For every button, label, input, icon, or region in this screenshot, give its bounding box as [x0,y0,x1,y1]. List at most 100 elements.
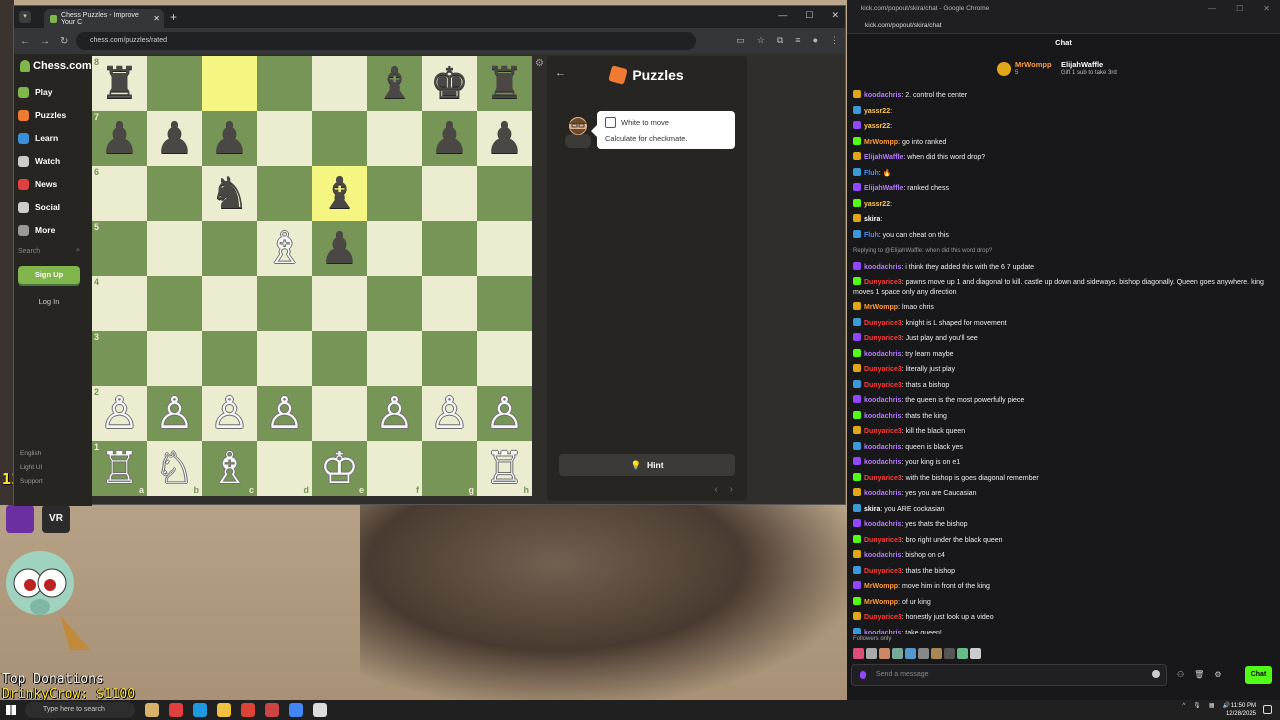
white-piece-f2[interactable]: ♙ [375,391,414,436]
chat-message[interactable]: Dunyarice3: thats a bishop [853,378,1273,394]
close-tab-icon[interactable]: ✕ [153,14,160,23]
close-window-icon[interactable]: ✕ [831,10,839,21]
chat-username[interactable]: ElijahWaffle [864,185,903,192]
square-e1[interactable]: e ♔ [312,441,367,496]
white-piece-b1[interactable]: ♘ [155,446,194,491]
chat-message[interactable]: skira: you ARE cockasian [853,502,1273,518]
square-c1[interactable]: c ♗ [202,441,257,496]
chat-message[interactable]: Fluh: you can cheat on this [853,228,1273,244]
windows-start-icon[interactable] [6,705,16,715]
sidebar-item-news[interactable]: News [18,174,88,194]
tab-search-icon[interactable]: ▾ [19,11,31,23]
chat-username[interactable]: Dunyarice3 [864,382,902,389]
square-d8[interactable] [257,56,312,111]
square-a2[interactable]: 2 ♙ [92,386,147,441]
emote-icon[interactable] [931,648,942,659]
board-settings-gear-icon[interactable]: ⚙ [535,58,544,69]
next-move-icon[interactable]: › [730,484,733,495]
chat-message[interactable]: Dunyarice3: pawns move up 1 and diagonal… [853,275,1273,300]
square-h5[interactable] [477,221,532,276]
chat-username[interactable]: koodachris [864,552,901,559]
square-g3[interactable] [422,331,477,386]
taskbar-search-input[interactable]: Type here to search [25,702,135,718]
black-piece-a7[interactable]: ♟ [100,116,139,161]
bookmark-star-icon[interactable]: ☆ [757,35,765,46]
tab-chess-puzzles[interactable]: Chess Puzzles - Improve Your C ✕ [44,9,164,28]
square-g1[interactable]: g [422,441,477,496]
chat-message[interactable]: Dunyarice3: Just play and you'll see [853,331,1273,347]
chat-username[interactable]: Dunyarice3 [864,366,902,373]
chat-message-input[interactable]: Send a message [851,664,1167,686]
square-b7[interactable]: ♟ [147,111,202,166]
chat-message[interactable]: koodachris: queen is black yes [853,440,1273,456]
file-explorer-icon[interactable] [217,703,231,717]
white-piece-h1[interactable]: ♖ [485,446,524,491]
square-e3[interactable] [312,331,367,386]
chat-username[interactable]: Dunyarice3 [864,568,902,575]
sidebar-item-puzzles[interactable]: Puzzles [18,105,88,125]
notifications-icon[interactable] [1263,705,1272,714]
white-piece-e1[interactable]: ♔ [320,446,359,491]
sidebar-item-social[interactable]: Social [18,197,88,217]
square-d4[interactable] [257,276,312,331]
reload-icon[interactable]: ↻ [60,36,68,47]
chat-username[interactable]: yassr22 [864,123,890,130]
square-a4[interactable]: 4 [92,276,147,331]
chat-message[interactable]: koodachris: i think they added this with… [853,260,1273,276]
square-c3[interactable] [202,331,257,386]
chat-username[interactable]: koodachris [864,490,901,497]
black-piece-e5[interactable]: ♟ [320,226,359,271]
chat-message[interactable]: koodachris: try learn maybe [853,347,1273,363]
square-f8[interactable]: ♝ [367,56,422,111]
desktop-app-icon[interactable] [6,505,34,533]
chat-username[interactable]: Dunyarice3 [864,614,902,621]
white-piece-a2[interactable]: ♙ [100,391,139,436]
square-h6[interactable] [477,166,532,221]
chat-username[interactable]: ElijahWaffle [864,154,903,161]
theme-link[interactable]: Light UI [20,464,42,471]
app-icon[interactable] [169,703,183,717]
address-input[interactable]: chess.com/puzzles/rated [76,32,696,50]
chat-message[interactable]: koodachris: 2. control the center [853,88,1273,104]
square-d3[interactable] [257,331,312,386]
taskbar-clock[interactable]: 11:50 PM 12/28/2025 [1226,702,1256,718]
square-g4[interactable] [422,276,477,331]
maximize-icon[interactable]: ☐ [1236,0,1243,18]
square-h3[interactable] [477,331,532,386]
emote-icon[interactable] [879,648,890,659]
white-piece-a1[interactable]: ♖ [100,446,139,491]
black-piece-f8[interactable]: ♝ [375,61,414,106]
square-h2[interactable]: ♙ [477,386,532,441]
emote-icon[interactable] [957,648,968,659]
square-c7[interactable]: ♟ [202,111,257,166]
chat-username[interactable]: Dunyarice3 [864,335,902,342]
send-chat-button[interactable]: Chat [1245,666,1272,684]
square-g6[interactable] [422,166,477,221]
square-g5[interactable] [422,221,477,276]
square-a7[interactable]: 7 ♟ [92,111,147,166]
chat-message[interactable]: MrWompp: go into ranked [853,135,1273,151]
square-a6[interactable]: 6 [92,166,147,221]
square-b2[interactable]: ♙ [147,386,202,441]
chat-message[interactable]: MrWompp: of ur king [853,595,1273,611]
chesscom-logo[interactable]: Chess.com [20,60,92,72]
chess-board[interactable]: 8 ♜ ♝ ♚ ♜ 7 ♟ ♟ ♟ ♟ ♟ 6 ♞ ♝ 5 ♗ ♟ 4 3 2 ♙ ♙ ♙ ♙ ♙ ♙ ♙ 1 a ♖ b ♘ c ♗ d e ♔ f g h… [92,56,532,496]
black-piece-a8[interactable]: ♜ [100,61,139,106]
chat-username[interactable]: Dunyarice3 [864,320,902,327]
new-tab-icon[interactable]: + [170,10,177,24]
white-piece-b2[interactable]: ♙ [155,391,194,436]
chat-message[interactable]: ElijahWaffle: ranked chess [853,181,1273,197]
square-a3[interactable]: 3 [92,331,147,386]
chat-message[interactable]: koodachris: bishop on c4 [853,548,1273,564]
chat-message[interactable]: yassr22: [853,119,1273,135]
edge-icon[interactable] [193,703,207,717]
square-b4[interactable] [147,276,202,331]
black-piece-g8[interactable]: ♚ [430,61,469,106]
chat-message[interactable]: Dunyarice3: thats the bishop [853,564,1273,580]
chat-username[interactable]: Dunyarice3 [864,475,902,482]
language-link[interactable]: English [20,450,41,457]
white-piece-d5[interactable]: ♗ [265,226,304,271]
chat-username[interactable]: MrWompp [864,583,898,590]
square-d7[interactable] [257,111,312,166]
widgets-icon[interactable] [145,703,159,717]
